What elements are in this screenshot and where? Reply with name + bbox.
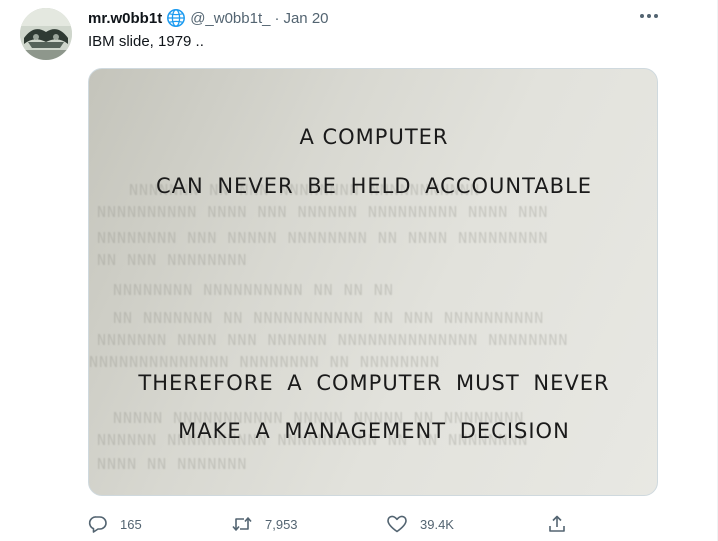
- slide-text-line: MAKE A MANAGEMENT DECISION: [178, 419, 570, 443]
- bleed-through-texture: NNNNNNNNNNNNNN NNNNNNNN NN NNNNNNNN: [89, 353, 441, 371]
- globe-icon: [166, 8, 186, 28]
- like-count: 39.4K: [420, 516, 454, 532]
- bleed-through-texture: NNNNNNNN NNNNNNNNNN NN NN NN: [113, 281, 394, 299]
- heart-icon: [387, 515, 407, 533]
- reply-count: 165: [120, 516, 142, 532]
- retweet-count: 7,953: [265, 516, 298, 532]
- more-horizontal-icon: [640, 14, 658, 18]
- bleed-through-texture: NNNNNNNNNN NNNN NNN NNNNNN NNNNNNNNN NNN…: [97, 203, 549, 221]
- tweet-header: mr.w0bb1t @_w0bb1t_ · Jan 20: [88, 8, 329, 28]
- bleed-through-texture: NN NNN NNNNNNNN: [97, 251, 248, 269]
- tweet[interactable]: mr.w0bb1t @_w0bb1t_ · Jan 20 IBM slide, …: [0, 0, 717, 541]
- bleed-through-texture: NNNN NN NNNNNNN: [97, 455, 248, 473]
- like-button[interactable]: 39.4K: [386, 512, 454, 536]
- retweet-button[interactable]: 7,953: [231, 512, 298, 536]
- share-button[interactable]: [547, 512, 567, 536]
- reply-button[interactable]: 165: [88, 512, 142, 536]
- bleed-through-texture: NNNNNNN NNNN NNN NNNNNN NNNNNNNNNNNNNN N…: [97, 331, 569, 349]
- display-name[interactable]: mr.w0bb1t: [88, 10, 162, 27]
- avatar[interactable]: [20, 8, 72, 60]
- slide-text-line: CAN NEVER BE HELD ACCOUNTABLE: [155, 174, 593, 198]
- tweet-text: IBM slide, 1979 ..: [88, 33, 204, 50]
- slide-text-line: A COMPUTER: [299, 125, 449, 149]
- separator-dot: ·: [274, 9, 280, 27]
- retweet-icon: [232, 517, 252, 531]
- tweet-timestamp[interactable]: Jan 20: [283, 10, 328, 27]
- user-handle[interactable]: @_w0bb1t_: [190, 10, 270, 27]
- reply-icon: [88, 516, 107, 533]
- tweet-media-image[interactable]: NNNNNNN NN NNN NNNNNNNN NNNNNNNNNNN NNNN…: [88, 68, 658, 496]
- slide-text-line: THEREFORE A COMPUTER MUST NEVER: [138, 371, 610, 395]
- tweet-actions: 165 7,953 39.4K: [88, 512, 578, 536]
- more-options-button[interactable]: [636, 6, 662, 26]
- share-icon: [549, 515, 565, 532]
- bleed-through-texture: NN NNNNNNN NN NNNNNNNNNNN NN NNN NNNNNNN…: [113, 309, 545, 327]
- bleed-through-texture: NNNNNNNN NNN NNNNN NNNNNNNN NN NNNN NNNN…: [97, 229, 549, 247]
